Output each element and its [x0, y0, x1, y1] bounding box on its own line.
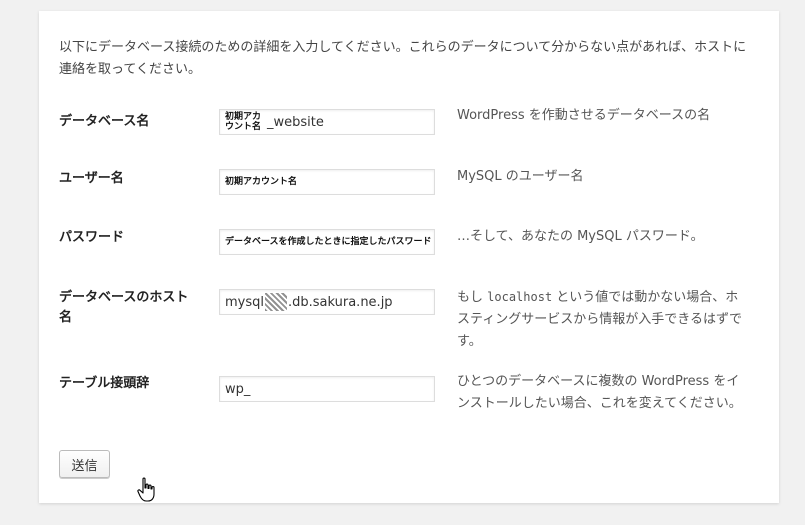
db-host-description-before: もし — [457, 290, 488, 305]
db-name-description: WordPress を作動させるデータベースの名 — [457, 108, 711, 123]
username-value: 初期アカウント名 — [225, 177, 298, 187]
db-name-value-prefix: 初期アカウント名 — [225, 112, 262, 132]
table-prefix-value: wp_ — [225, 381, 251, 397]
password-label: パスワード — [59, 230, 125, 245]
password-value: データベースを作成したときに指定したパスワード — [225, 237, 432, 247]
table-prefix-input[interactable]: wp_ — [219, 376, 435, 402]
password-input[interactable]: データベースを作成したときに指定したパスワード — [219, 229, 435, 255]
table-prefix-description: ひとつのデータベースに複数の WordPress をインストールしたい場合、これ… — [457, 374, 742, 411]
intro-text: 以下にデータベース接続のための詳細を入力してください。これらのデータについて分か… — [59, 40, 747, 77]
table-prefix-label: テーブル接頭辞 — [59, 376, 150, 391]
username-description: MySQL のユーザー名 — [457, 169, 584, 184]
redaction-mosaic — [265, 293, 287, 311]
db-host-label: データベースのホスト名 — [59, 290, 189, 325]
username-label: ユーザー名 — [59, 171, 124, 186]
username-input[interactable]: 初期アカウント名 — [219, 169, 435, 195]
password-description: …そして、あなたの MySQL パスワード。 — [457, 229, 704, 244]
db-name-input[interactable]: 初期アカウント名 _website — [219, 109, 435, 135]
submit-button[interactable]: 送信 — [59, 450, 110, 478]
db-host-input[interactable]: mysql .db.sakura.ne.jp — [219, 289, 435, 315]
db-host-description-code: localhost — [487, 290, 553, 304]
hand-pointer-icon — [137, 477, 155, 502]
setup-card: 以下にデータベース接続のための詳細を入力してください。これらのデータについて分か… — [39, 11, 779, 503]
db-host-value-prefix: mysql — [225, 294, 264, 310]
db-host-value-suffix: .db.sakura.ne.jp — [288, 294, 393, 310]
db-name-label: データベース名 — [59, 114, 150, 129]
db-host-description: もし localhost という値では動かない場合、ホスティングサービスから情報… — [457, 286, 747, 353]
db-name-value-suffix: _website — [267, 114, 324, 130]
